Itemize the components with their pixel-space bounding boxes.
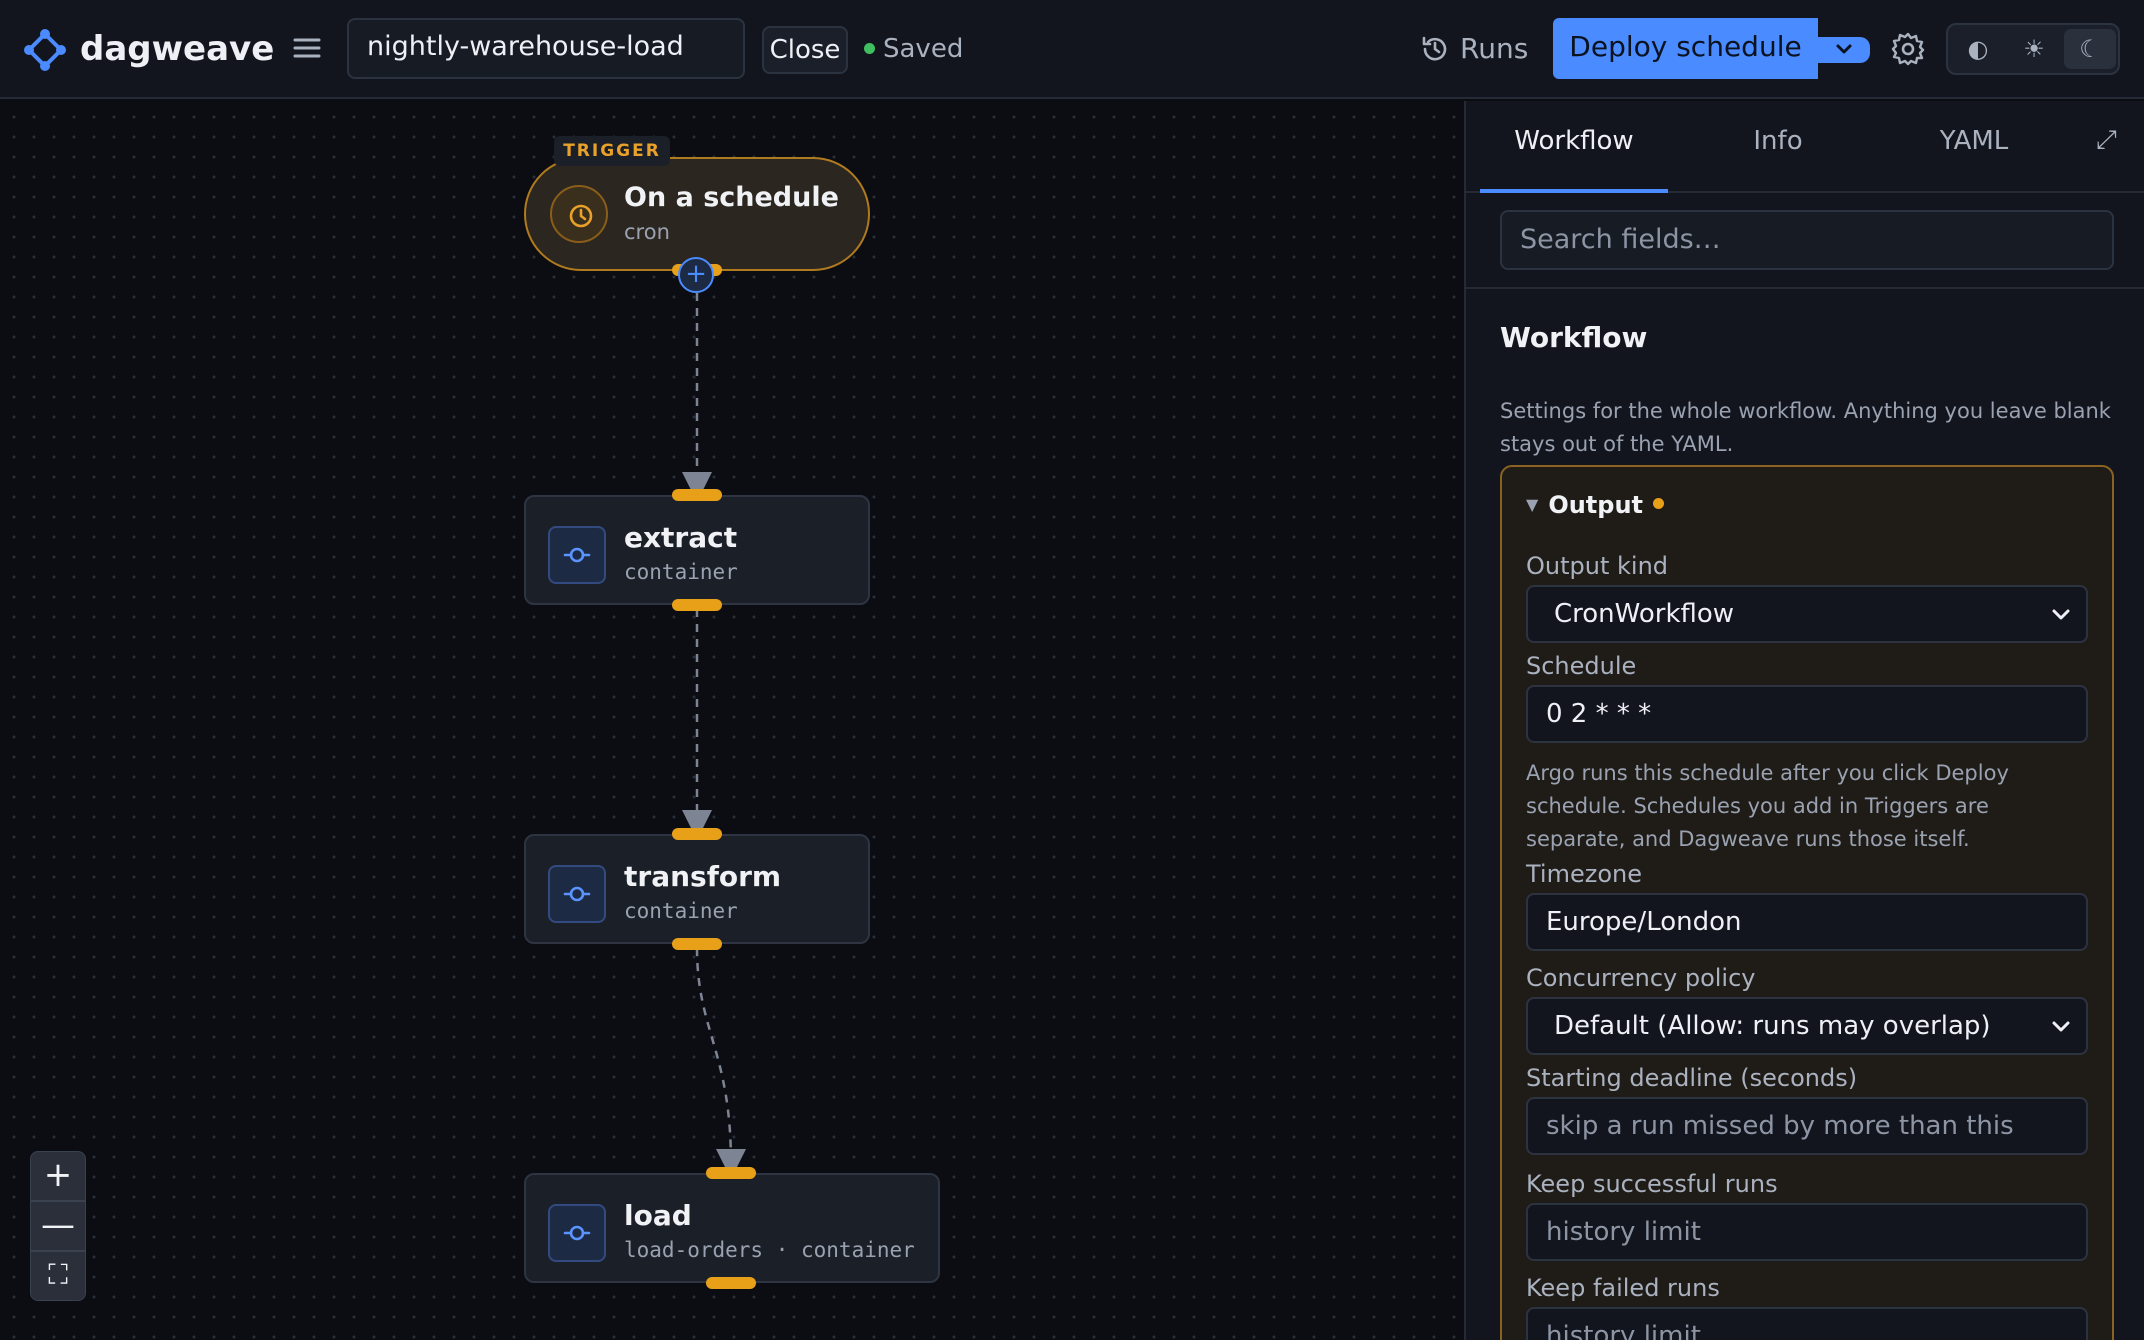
theme-light-button[interactable]: ☀ [2008, 29, 2060, 69]
schedule-label: Schedule [1526, 652, 1637, 680]
app-name: dagweave [80, 29, 275, 69]
theme-auto-button[interactable]: ◐ [1952, 29, 2004, 69]
keep-successful-input[interactable]: history limit [1526, 1203, 2088, 1261]
logo-icon [24, 29, 66, 71]
timezone-input[interactable]: Europe/London [1526, 893, 2088, 951]
node-transform[interactable]: transform container [524, 834, 870, 944]
container-icon [548, 526, 606, 584]
node-output-port[interactable] [706, 1277, 756, 1289]
node-output-port[interactable] [672, 938, 722, 950]
schedule-help: Argo runs this schedule after you click … [1526, 761, 2009, 851]
tab-yaml[interactable]: YAML [1880, 101, 2068, 193]
chevron-down-icon [2052, 1021, 2070, 1032]
history-icon [1422, 36, 1447, 61]
keep-failed-label: Keep failed runs [1526, 1274, 1720, 1302]
node-output-port[interactable] [672, 599, 722, 611]
theme-dark-button[interactable]: ☾ [2064, 29, 2116, 69]
node-input-port[interactable] [672, 489, 722, 501]
top-bar: dagweave nightly-warehouse-load Close Sa… [0, 0, 2144, 99]
timezone-label: Timezone [1526, 860, 1642, 888]
add-step-button[interactable]: + [678, 257, 714, 293]
node-title: transform [624, 860, 782, 893]
output-kind-label: Output kind [1526, 552, 1669, 580]
chevron-down-icon [1836, 44, 1852, 54]
save-status-label: Saved [883, 34, 964, 64]
output-kind-select[interactable]: CronWorkflow [1526, 585, 2088, 643]
output-section: ▼ Output Output kind CronWorkflow Schedul… [1500, 465, 2114, 1340]
node-subtitle: load-orders · container [624, 1238, 915, 1262]
workflow-canvas[interactable]: On a schedule cron TRIGGER + extract con… [0, 101, 1464, 1340]
section-description: Settings for the whole workflow. Anythin… [1500, 399, 2111, 456]
workflow-name-input[interactable]: nightly-warehouse-load [347, 18, 745, 79]
trigger-title: On a schedule [624, 182, 839, 213]
output-title: Output [1548, 491, 1644, 519]
node-extract[interactable]: extract container [524, 495, 870, 605]
gear-icon[interactable] [1890, 31, 1926, 67]
section-title: Workflow [1500, 321, 1648, 354]
container-icon [548, 865, 606, 923]
runs-label: Runs [1460, 32, 1529, 65]
menu-icon[interactable] [292, 33, 322, 63]
expand-icon[interactable]: ⤢ [2096, 125, 2117, 156]
node-title: extract [624, 521, 738, 554]
node-input-port[interactable] [706, 1167, 756, 1179]
modified-dot [1653, 498, 1665, 509]
theme-switcher: ◐ ☀ ☾ [1946, 23, 2120, 75]
starting-deadline-label: Starting deadline (seconds) [1526, 1064, 1858, 1092]
node-subtitle: container [624, 899, 738, 923]
panel-tabs: Workflow Info YAML ⤢ [1466, 101, 2144, 193]
runs-button[interactable]: Runs [1420, 26, 1528, 72]
close-button[interactable]: Close [762, 26, 848, 74]
tab-info[interactable]: Info [1684, 101, 1872, 193]
trigger-subtitle: cron [624, 220, 670, 244]
divider [1466, 287, 2144, 289]
output-kind-value: CronWorkflow [1554, 599, 1735, 629]
zoom-out-button[interactable]: — [30, 1201, 86, 1251]
saved-status-dot [864, 43, 875, 54]
keep-successful-label: Keep successful runs [1526, 1170, 1778, 1198]
clock-icon [550, 185, 608, 243]
collapse-triangle-icon: ▼ [1526, 495, 1539, 514]
keep-failed-input[interactable]: history limit [1526, 1307, 2088, 1340]
edge-transform-load[interactable] [695, 947, 746, 1179]
concurrency-value: Default (Allow: runs may overlap) [1554, 1011, 1991, 1041]
zoom-in-button[interactable]: + [30, 1151, 86, 1201]
tab-workflow[interactable]: Workflow [1480, 101, 1668, 193]
schedule-input[interactable]: 0 2 * * * [1526, 685, 2088, 743]
node-subtitle: container [624, 560, 738, 584]
starting-deadline-input[interactable]: skip a run missed by more than this [1526, 1097, 2088, 1155]
node-input-port[interactable] [672, 828, 722, 840]
node-load[interactable]: load load-orders · container [524, 1173, 940, 1283]
fit-view-button[interactable]: ⛶ [30, 1251, 86, 1301]
deploy-schedule-button[interactable]: Deploy schedule [1553, 18, 1818, 79]
properties-panel: Workflow Info YAML ⤢ Search fields… Work… [1464, 101, 2144, 1340]
deploy-options-button[interactable] [1818, 37, 1870, 63]
edge-layer [682, 293, 746, 1179]
trigger-tag: TRIGGER [554, 136, 670, 166]
save-status: Saved [864, 32, 963, 66]
container-icon [548, 1204, 606, 1262]
search-input[interactable]: Search fields… [1500, 210, 2114, 270]
concurrency-select[interactable]: Default (Allow: runs may overlap) [1526, 997, 2088, 1055]
output-header[interactable]: ▼ Output [1526, 489, 1665, 521]
chevron-down-icon [2052, 609, 2070, 620]
trigger-node[interactable]: On a schedule cron [524, 157, 870, 271]
node-title: load [624, 1199, 692, 1232]
concurrency-label: Concurrency policy [1526, 964, 1756, 992]
